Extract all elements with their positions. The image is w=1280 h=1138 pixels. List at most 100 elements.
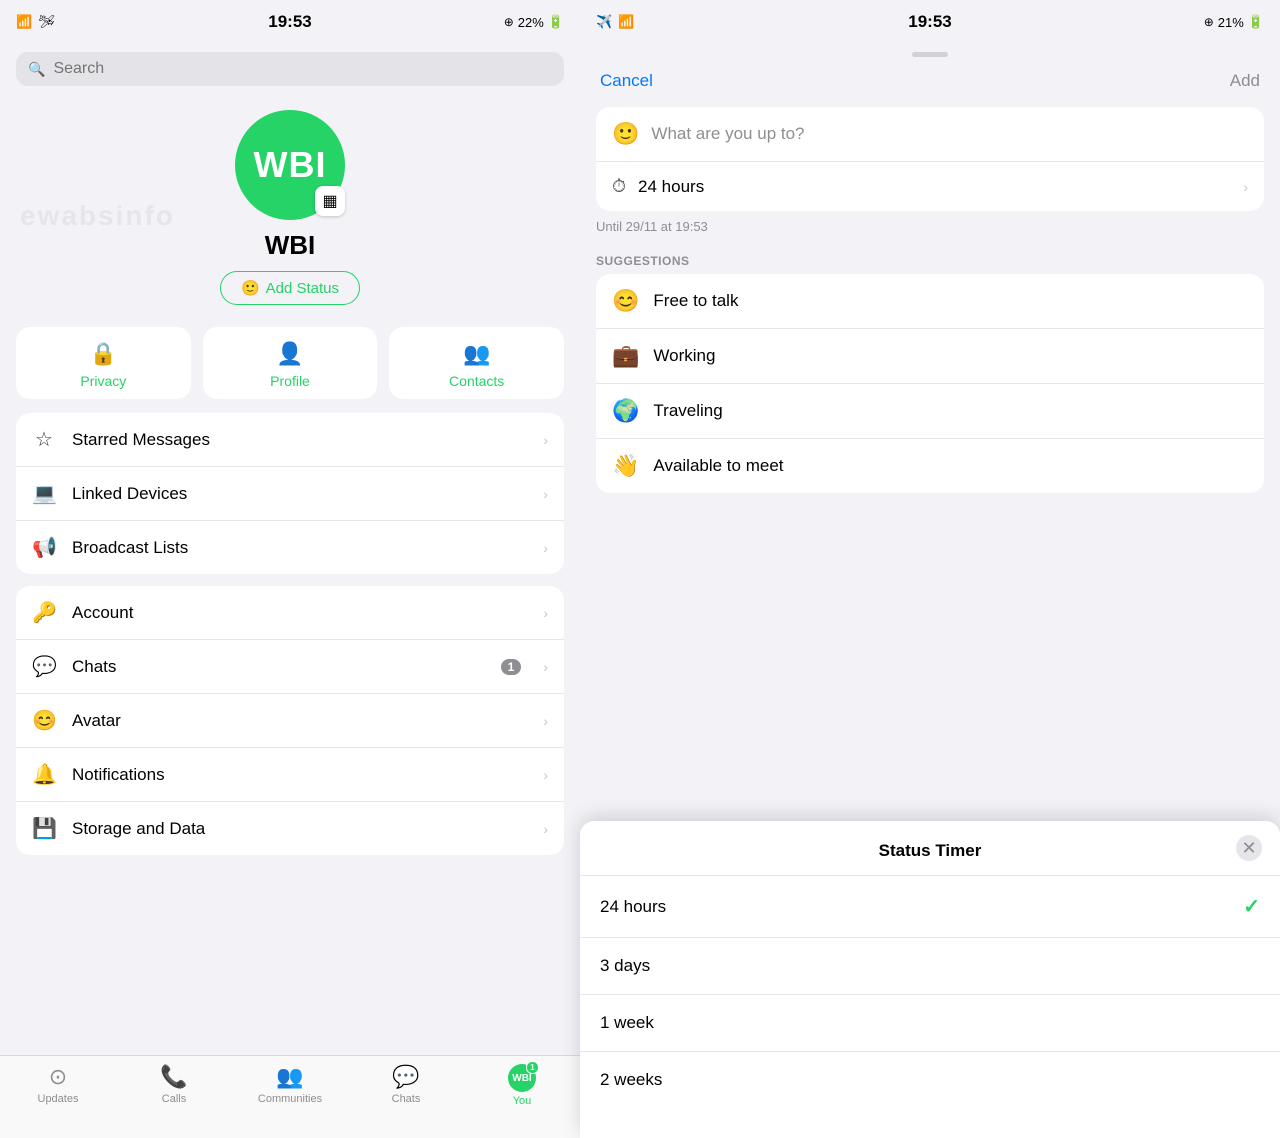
status-placeholder: What are you up to? — [651, 124, 804, 144]
timer-option-label-2: 1 week — [600, 1013, 1260, 1033]
key-icon: 🔑 — [32, 600, 56, 625]
smiley-icon: 🙂 — [241, 279, 260, 297]
calls-icon: 📞 — [160, 1064, 187, 1090]
add-status-label: Add Status — [266, 280, 339, 297]
chats-nav-icon: 💬 — [392, 1064, 419, 1090]
menu-section-1: ☆ Starred Messages › 💻 Linked Devices › … — [16, 413, 564, 574]
broadcast-label: Broadcast Lists — [72, 538, 527, 558]
chevron-icon-8: › — [543, 821, 548, 837]
notifications-item[interactable]: 🔔 Notifications › — [16, 747, 564, 801]
avatar-wrapper[interactable]: WBI ▦ — [235, 110, 345, 220]
chevron-icon-5: › — [543, 659, 548, 675]
chevron-icon-3: › — [543, 540, 548, 556]
qr-icon: ▦ — [322, 191, 337, 211]
linked-devices-item[interactable]: 💻 Linked Devices › — [16, 466, 564, 520]
bell-icon: 🔔 — [32, 762, 56, 787]
chats-item[interactable]: 💬 Chats 1 › — [16, 639, 564, 693]
contacts-label: Contacts — [449, 373, 504, 389]
qr-badge[interactable]: ▦ — [315, 186, 345, 216]
profile-card[interactable]: 👤 Profile — [203, 327, 378, 399]
storage-icon: 💾 — [32, 816, 56, 841]
bottom-nav: ⊙ Updates 📞 Calls 👥 Communities 💬 Chats … — [0, 1055, 580, 1138]
broadcast-icon: 📢 — [32, 535, 56, 560]
notifications-label: Notifications — [72, 765, 527, 785]
timer-option-3d[interactable]: 3 days — [580, 937, 1280, 994]
suggestion-emoji-0: 😊 — [612, 288, 639, 314]
suggestion-free-to-talk[interactable]: 😊 Free to talk — [596, 274, 1264, 328]
suggestion-traveling[interactable]: 🌍 Traveling — [596, 383, 1264, 438]
suggestion-text-2: Traveling — [653, 401, 722, 421]
status-bar-left: 📶 🛩 19:53 ⊕ 22% 🔋 — [0, 0, 580, 44]
status-input-row[interactable]: 🙂 What are you up to? — [596, 107, 1264, 162]
nav-chats-label: Chats — [392, 1093, 421, 1105]
communities-icon: 👥 — [276, 1064, 303, 1090]
broadcast-lists-item[interactable]: 📢 Broadcast Lists › — [16, 520, 564, 574]
profile-label: Profile — [270, 373, 310, 389]
nav-calls[interactable]: 📞 Calls — [116, 1064, 232, 1105]
starred-messages-item[interactable]: ☆ Starred Messages › — [16, 413, 564, 466]
search-input[interactable] — [53, 60, 552, 78]
timer-option-1w[interactable]: 1 week — [580, 994, 1280, 1051]
chevron-icon-6: › — [543, 713, 548, 729]
suggestion-text-3: Available to meet — [653, 456, 783, 476]
timer-option-label-0: 24 hours — [600, 897, 1243, 917]
suggestions-heading: SUGGESTIONS — [580, 244, 1280, 274]
add-button: Add — [1230, 71, 1260, 91]
nav-updates[interactable]: ⊙ Updates — [0, 1064, 116, 1105]
cancel-button[interactable]: Cancel — [600, 71, 653, 91]
starred-messages-label: Starred Messages — [72, 430, 527, 450]
timer-check-icon-0: ✓ — [1243, 894, 1260, 919]
chats-badge: 1 — [501, 659, 522, 675]
search-bar[interactable]: 🔍 — [16, 52, 564, 86]
quick-actions: 🔒 Privacy 👤 Profile 👥 Contacts — [16, 327, 564, 399]
star-icon: ☆ — [32, 427, 56, 452]
chevron-icon: › — [543, 432, 548, 448]
right-panel: ✈️ 📶 19:53 ⊕ 21% 🔋 Cancel Add 🙂 What are… — [580, 0, 1280, 1138]
menu-section-2: 🔑 Account › 💬 Chats 1 › 😊 Avatar › 🔔 Not… — [16, 586, 564, 855]
airplane-icon: ✈️ — [596, 14, 612, 30]
status-bar-right: ✈️ 📶 19:53 ⊕ 21% 🔋 — [580, 0, 1280, 44]
suggestion-working[interactable]: 💼 Working — [596, 328, 1264, 383]
battery-icon-right: 🔋 — [1248, 14, 1264, 30]
add-status-button[interactable]: 🙂 Add Status — [220, 271, 360, 305]
account-item[interactable]: 🔑 Account › — [16, 586, 564, 639]
timer-until: Until 29/11 at 19:53 — [596, 219, 1264, 234]
storage-item[interactable]: 💾 Storage and Data › — [16, 801, 564, 855]
timer-option-2w[interactable]: 2 weeks — [580, 1051, 1280, 1108]
profile-name: WBI — [265, 230, 316, 261]
contacts-card[interactable]: 👥 Contacts — [389, 327, 564, 399]
suggestion-text-0: Free to talk — [653, 291, 738, 311]
status-timer-modal: Status Timer ✕ 24 hours ✓ 3 days 1 week … — [580, 821, 1280, 1138]
timer-option-24h[interactable]: 24 hours ✓ — [580, 876, 1280, 937]
nav-you-label: You — [513, 1095, 532, 1107]
account-label: Account — [72, 603, 527, 623]
battery-icon-left: 🔋 — [548, 14, 564, 30]
timer-row[interactable]: ⏱ 24 hours › — [596, 162, 1264, 211]
status-left-icons: ✈️ 📶 — [596, 14, 634, 30]
nav-communities-label: Communities — [258, 1093, 322, 1105]
nav-chats[interactable]: 💬 Chats — [348, 1064, 464, 1105]
battery-area-left: ⊕ 22% 🔋 — [504, 14, 564, 30]
status-input-card: 🙂 What are you up to? ⏱ 24 hours › — [596, 107, 1264, 211]
contacts-icon: 👥 — [463, 341, 490, 367]
avatar-label: Avatar — [72, 711, 527, 731]
wifi-icon-right: 📶 — [618, 14, 634, 30]
nav-you[interactable]: WBI 1 You — [464, 1064, 580, 1107]
storage-label: Storage and Data — [72, 819, 527, 839]
privacy-card[interactable]: 🔒 Privacy — [16, 327, 191, 399]
nav-updates-label: Updates — [38, 1093, 79, 1105]
avatar-icon: 😊 — [32, 708, 56, 733]
suggestion-emoji-1: 💼 — [612, 343, 639, 369]
avatar-item[interactable]: 😊 Avatar › — [16, 693, 564, 747]
avatar-initials: WBI — [254, 144, 327, 186]
profile-icon: 👤 — [276, 341, 303, 367]
timer-option-label-3: 2 weeks — [600, 1070, 1260, 1090]
location-icon-right: ⊕ — [1204, 15, 1214, 29]
timer-chevron-icon: › — [1243, 179, 1248, 195]
nav-communities[interactable]: 👥 Communities — [232, 1064, 348, 1105]
timer-modal-close-button[interactable]: ✕ — [1236, 835, 1262, 861]
status-icons-left: 📶 🛩 — [16, 14, 55, 30]
chevron-icon-7: › — [543, 767, 548, 783]
suggestion-available[interactable]: 👋 Available to meet — [596, 438, 1264, 493]
timer-icon: ⏱ — [612, 176, 626, 197]
